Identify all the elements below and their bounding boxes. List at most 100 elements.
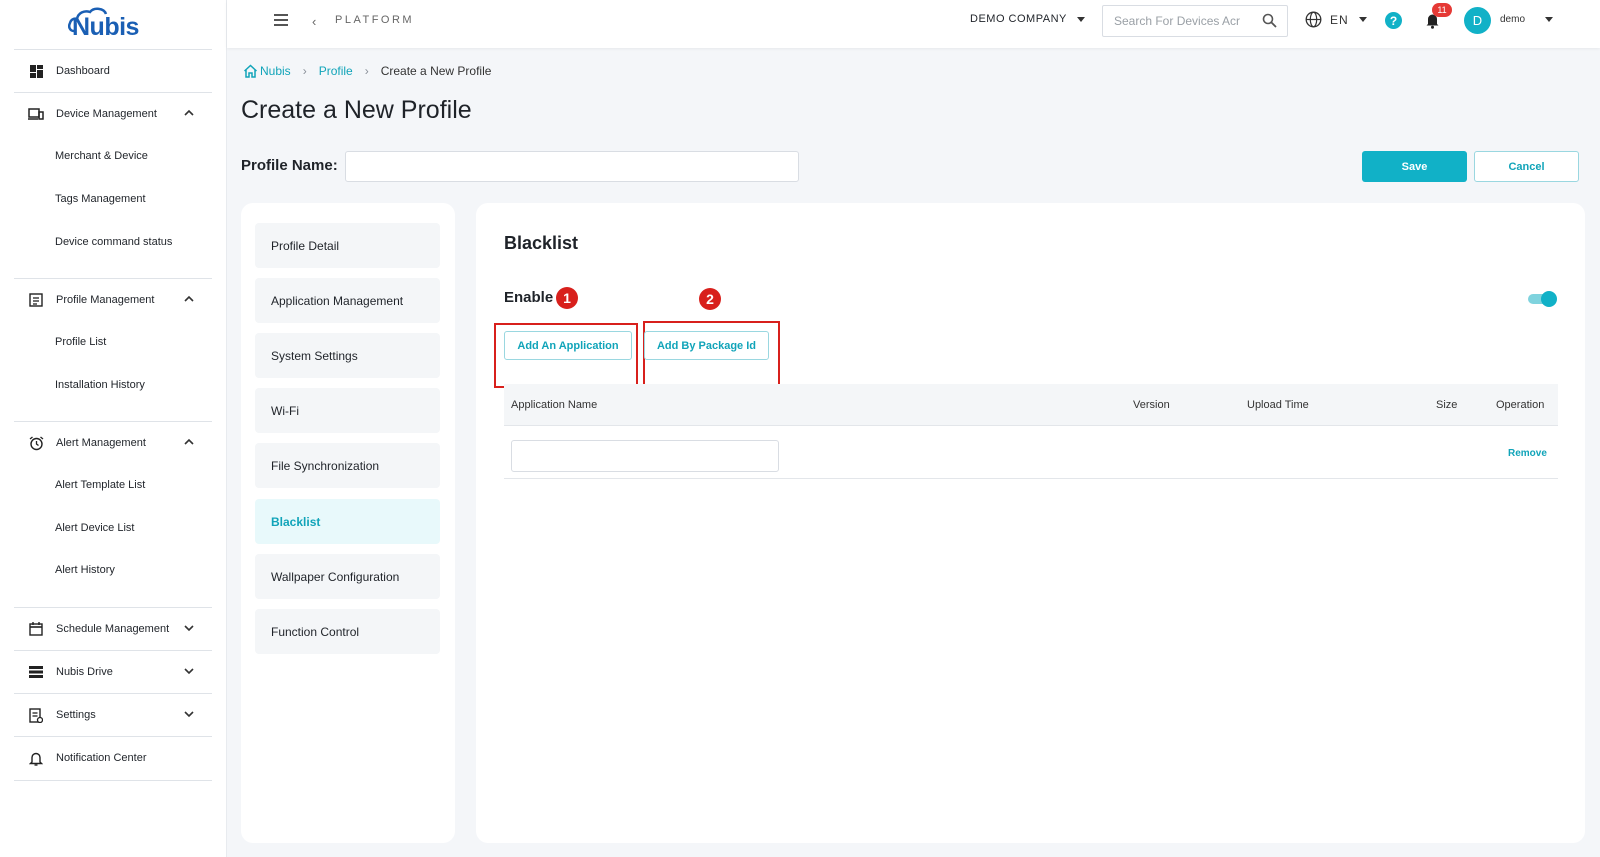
avatar[interactable]: D bbox=[1464, 7, 1491, 34]
sidebar-divider bbox=[14, 92, 212, 93]
sidebar-subitem-alert-template-list[interactable]: Alert Template List bbox=[55, 479, 145, 491]
sidebar-divider bbox=[14, 693, 212, 694]
sidebar-subitem-installation-history[interactable]: Installation History bbox=[55, 379, 145, 391]
column-header-operation: Operation bbox=[1496, 399, 1545, 411]
chevron-left-icon[interactable]: ‹ bbox=[312, 14, 316, 29]
sidebar-divider bbox=[14, 49, 212, 50]
application-name-input[interactable] bbox=[511, 440, 779, 472]
breadcrumb-home[interactable]: Nubis bbox=[260, 64, 291, 78]
bell-outline-icon bbox=[28, 750, 44, 766]
sidebar-item-settings[interactable]: Settings bbox=[14, 696, 212, 734]
column-header-size: Size bbox=[1436, 399, 1458, 411]
sidebar-subitem-tags-management[interactable]: Tags Management bbox=[55, 193, 146, 205]
breadcrumb-profile[interactable]: Profile bbox=[319, 64, 353, 78]
chevron-up-icon[interactable] bbox=[184, 294, 194, 304]
sidebar-item-dashboard[interactable]: Dashboard bbox=[14, 52, 212, 90]
calendar-icon bbox=[28, 621, 44, 637]
column-header-application-name: Application Name bbox=[511, 399, 598, 411]
device-search bbox=[1102, 5, 1288, 37]
platform-label: PLATFORM bbox=[335, 14, 415, 26]
sidebar-subitem-alert-history[interactable]: Alert History bbox=[55, 564, 115, 576]
sidebar-item-schedule-management[interactable]: Schedule Management bbox=[14, 610, 212, 648]
sidebar-item-device-management[interactable]: Device Management bbox=[14, 95, 212, 133]
menu-item-wifi[interactable]: Wi-Fi bbox=[255, 388, 440, 433]
menu-item-system-settings[interactable]: System Settings bbox=[255, 333, 440, 378]
help-icon[interactable]: ? bbox=[1385, 12, 1402, 29]
save-button[interactable]: Save bbox=[1362, 151, 1467, 182]
profile-name-label: Profile Name: bbox=[241, 157, 338, 174]
sidebar-divider bbox=[14, 278, 212, 279]
menu-item-file-synchronization[interactable]: File Synchronization bbox=[255, 443, 440, 488]
sidebar-divider bbox=[14, 421, 212, 422]
menu-item-function-control[interactable]: Function Control bbox=[255, 609, 440, 654]
sidebar-item-label: Schedule Management bbox=[56, 623, 170, 635]
caret-down-icon bbox=[1545, 17, 1554, 22]
logo-text: Nubis bbox=[72, 13, 139, 41]
sidebar-item-label: Nubis Drive bbox=[56, 666, 113, 678]
language-code: EN bbox=[1330, 12, 1349, 27]
add-by-package-id-button[interactable]: Add By Package Id bbox=[644, 331, 769, 360]
step-marker-2: 2 bbox=[699, 288, 721, 310]
sidebar-subitem-alert-device-list[interactable]: Alert Device List bbox=[55, 522, 134, 534]
sidebar-subitem-device-command-status[interactable]: Device command status bbox=[55, 236, 172, 248]
sidebar-divider bbox=[14, 607, 212, 608]
sidebar-item-label: Alert Management bbox=[56, 437, 146, 449]
sidebar-subitem-profile-list[interactable]: Profile List bbox=[55, 336, 106, 348]
table-header: Application Name Version Upload Time Siz… bbox=[504, 384, 1558, 426]
chevron-up-icon[interactable] bbox=[184, 437, 194, 447]
sidebar-item-alert-management[interactable]: Alert Management bbox=[14, 424, 212, 462]
add-application-button[interactable]: Add An Application bbox=[504, 331, 632, 360]
alarm-clock-icon bbox=[28, 435, 44, 451]
menu-item-profile-detail[interactable]: Profile Detail bbox=[255, 223, 440, 268]
section-title: Blacklist bbox=[504, 233, 579, 253]
menu-item-blacklist[interactable]: Blacklist bbox=[255, 499, 440, 544]
sidebar-item-profile-management[interactable]: Profile Management bbox=[14, 281, 212, 319]
menu-item-wallpaper-configuration[interactable]: Wallpaper Configuration bbox=[255, 554, 440, 599]
page-title: Create a New Profile bbox=[241, 96, 472, 124]
breadcrumb-separator-icon: › bbox=[302, 64, 307, 78]
sidebar-item-nubis-drive[interactable]: Nubis Drive bbox=[14, 653, 212, 691]
search-input[interactable] bbox=[1114, 6, 1254, 36]
sidebar-item-notification-center[interactable]: Notification Center bbox=[14, 739, 212, 777]
sidebar-divider bbox=[14, 780, 212, 781]
sidebar-divider bbox=[14, 736, 212, 737]
topbar: ‹ PLATFORM DEMO COMPANY EN ? 11 D demo bbox=[227, 0, 1600, 48]
username: demo bbox=[1500, 14, 1526, 25]
column-header-upload-time: Upload Time bbox=[1247, 399, 1309, 411]
chevron-down-icon[interactable] bbox=[184, 623, 194, 633]
chevron-up-icon[interactable] bbox=[184, 108, 194, 118]
column-header-version: Version bbox=[1133, 399, 1170, 411]
breadcrumb-separator-icon: › bbox=[364, 64, 369, 78]
sidebar-item-label: Settings bbox=[56, 709, 96, 721]
company-name: DEMO COMPANY bbox=[970, 13, 1067, 25]
step-marker-1: 1 bbox=[556, 287, 578, 309]
user-menu[interactable]: demo bbox=[1500, 14, 1554, 25]
breadcrumb-current: Create a New Profile bbox=[380, 64, 492, 78]
dashboard-icon bbox=[28, 63, 44, 79]
enable-toggle[interactable] bbox=[1528, 291, 1557, 307]
devices-icon bbox=[28, 106, 44, 122]
caret-down-icon bbox=[1358, 17, 1367, 22]
sidebar-item-label: Device Management bbox=[56, 108, 157, 120]
settings-doc-icon bbox=[28, 707, 44, 723]
menu-item-application-management[interactable]: Application Management bbox=[255, 278, 440, 323]
profile-name-field[interactable] bbox=[345, 151, 799, 182]
chevron-down-icon[interactable] bbox=[184, 709, 194, 719]
notification-count-badge: 11 bbox=[1432, 3, 1452, 17]
chevron-down-icon[interactable] bbox=[184, 666, 194, 676]
profile-section-menu: Profile Detail Application Management Sy… bbox=[241, 203, 455, 843]
sidebar-item-label: Notification Center bbox=[56, 752, 147, 764]
search-icon[interactable] bbox=[1262, 13, 1277, 28]
sidebar-item-label: Dashboard bbox=[56, 65, 110, 77]
menu-toggle-icon[interactable] bbox=[274, 14, 288, 26]
language-selector[interactable]: EN bbox=[1305, 11, 1367, 28]
company-selector[interactable]: DEMO COMPANY bbox=[970, 13, 1085, 25]
sidebar-subitem-merchant-device[interactable]: Merchant & Device bbox=[55, 150, 148, 162]
remove-button[interactable]: Remove bbox=[1508, 448, 1547, 459]
nubis-logo[interactable]: Nubis bbox=[68, 5, 148, 43]
blacklist-panel: Blacklist Enable 1 2 Add An Application … bbox=[476, 203, 1585, 843]
sidebar-item-label: Profile Management bbox=[56, 294, 155, 306]
drive-list-icon bbox=[28, 664, 44, 680]
home-icon[interactable] bbox=[243, 64, 258, 78]
cancel-button[interactable]: Cancel bbox=[1474, 151, 1579, 182]
